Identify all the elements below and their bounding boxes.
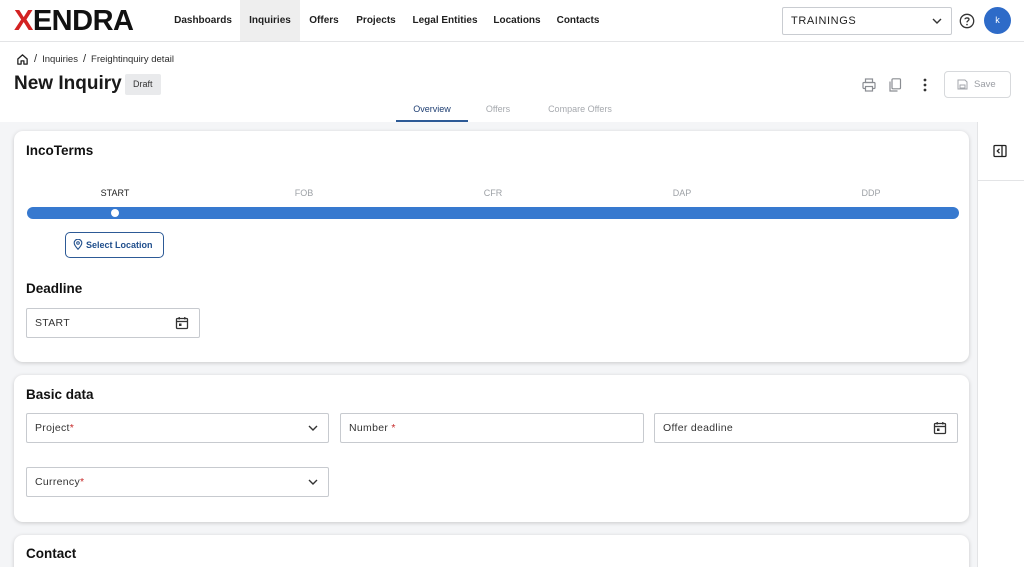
chevron-down-icon xyxy=(932,18,942,24)
chevron-down-icon xyxy=(308,479,318,485)
project-label: Project xyxy=(35,422,70,434)
select-location-label: Select Location xyxy=(86,240,153,250)
deadline-date-field[interactable]: START xyxy=(26,308,200,338)
more-vertical-icon[interactable] xyxy=(917,77,933,93)
breadcrumb-separator: / xyxy=(82,53,87,65)
project-select[interactable]: Project* xyxy=(26,413,329,443)
tenant-select[interactable]: TRAININGS xyxy=(782,7,952,35)
offer-deadline-field[interactable]: Offer deadline xyxy=(654,413,958,443)
expand-panel-icon[interactable] xyxy=(993,144,1007,158)
incoterm-step-fob[interactable]: FOB xyxy=(295,188,314,198)
nav-projects[interactable]: Projects xyxy=(350,0,402,41)
xendra-logo[interactable]: XENDRA xyxy=(14,7,134,36)
location-pin-icon xyxy=(73,239,83,250)
nav-dashboards[interactable]: Dashboards xyxy=(167,0,239,41)
currency-select[interactable]: Currency* xyxy=(26,467,329,497)
top-navbar: XENDRA Dashboards Inquiries Offers Proje… xyxy=(0,0,1024,42)
required-mark: * xyxy=(80,476,85,488)
save-icon xyxy=(957,79,968,90)
incoterm-step-start[interactable]: START xyxy=(101,188,130,198)
breadcrumb-inquiries[interactable]: Inquiries xyxy=(42,54,78,65)
save-button-label: Save xyxy=(974,79,996,90)
currency-label: Currency xyxy=(35,476,80,488)
tenant-select-value: TRAININGS xyxy=(791,15,857,27)
contact-title: Contact xyxy=(26,546,77,561)
contact-card: Contact xyxy=(14,535,969,567)
home-icon[interactable] xyxy=(16,53,29,66)
page-header: / Inquiries / Freightinquiry detail New … xyxy=(0,42,1024,122)
nav-legal-entities[interactable]: Legal Entities xyxy=(407,0,483,41)
incoterm-step-cfr[interactable]: CFR xyxy=(484,188,503,198)
required-mark: * xyxy=(391,422,396,434)
incoterm-step-ddp[interactable]: DDP xyxy=(861,188,880,198)
tab-overview[interactable]: Overview xyxy=(396,104,468,122)
deadline-title: Deadline xyxy=(26,281,83,296)
save-button[interactable]: Save xyxy=(944,71,1011,98)
breadcrumb-freightinquiry-detail: Freightinquiry detail xyxy=(91,53,174,65)
calendar-icon[interactable] xyxy=(933,421,947,435)
number-label: Number xyxy=(349,422,389,434)
incoterms-track[interactable] xyxy=(27,207,959,219)
status-badge: Draft xyxy=(125,74,161,95)
basic-data-title: Basic data xyxy=(26,387,94,402)
number-field[interactable]: Number * xyxy=(340,413,644,443)
offer-deadline-label: Offer deadline xyxy=(663,422,733,434)
required-mark: * xyxy=(69,422,75,434)
select-location-button[interactable]: Select Location xyxy=(65,232,164,258)
tab-offers[interactable]: Offers xyxy=(478,104,518,122)
nav-locations[interactable]: Locations xyxy=(488,0,546,41)
help-icon[interactable] xyxy=(959,13,975,29)
nav-inquiries[interactable]: Inquiries xyxy=(240,0,300,41)
nav-offers[interactable]: Offers xyxy=(302,0,346,41)
copy-icon[interactable] xyxy=(887,77,903,93)
print-icon[interactable] xyxy=(861,77,877,93)
incoterms-card: IncoTerms START FOB CFR DAP DDP Select L… xyxy=(14,131,969,362)
right-side-panel xyxy=(977,122,1024,567)
rail-divider xyxy=(978,180,1024,181)
page-title: New Inquiry xyxy=(14,73,122,94)
breadcrumb: / Inquiries / Freightinquiry detail xyxy=(16,52,174,66)
incoterms-title: IncoTerms xyxy=(26,143,94,158)
basic-data-card: Basic data Project* Number * Offer deadl… xyxy=(14,375,969,522)
calendar-icon[interactable] xyxy=(175,316,189,330)
tab-compare-offers[interactable]: Compare Offers xyxy=(538,104,622,122)
user-avatar[interactable]: k xyxy=(984,7,1011,34)
incoterm-active-marker[interactable] xyxy=(111,209,119,217)
breadcrumb-separator: / xyxy=(34,53,38,65)
chevron-down-icon xyxy=(308,425,318,431)
nav-contacts[interactable]: Contacts xyxy=(552,0,604,41)
incoterm-step-dap[interactable]: DAP xyxy=(673,188,692,198)
deadline-value: START xyxy=(35,317,70,329)
